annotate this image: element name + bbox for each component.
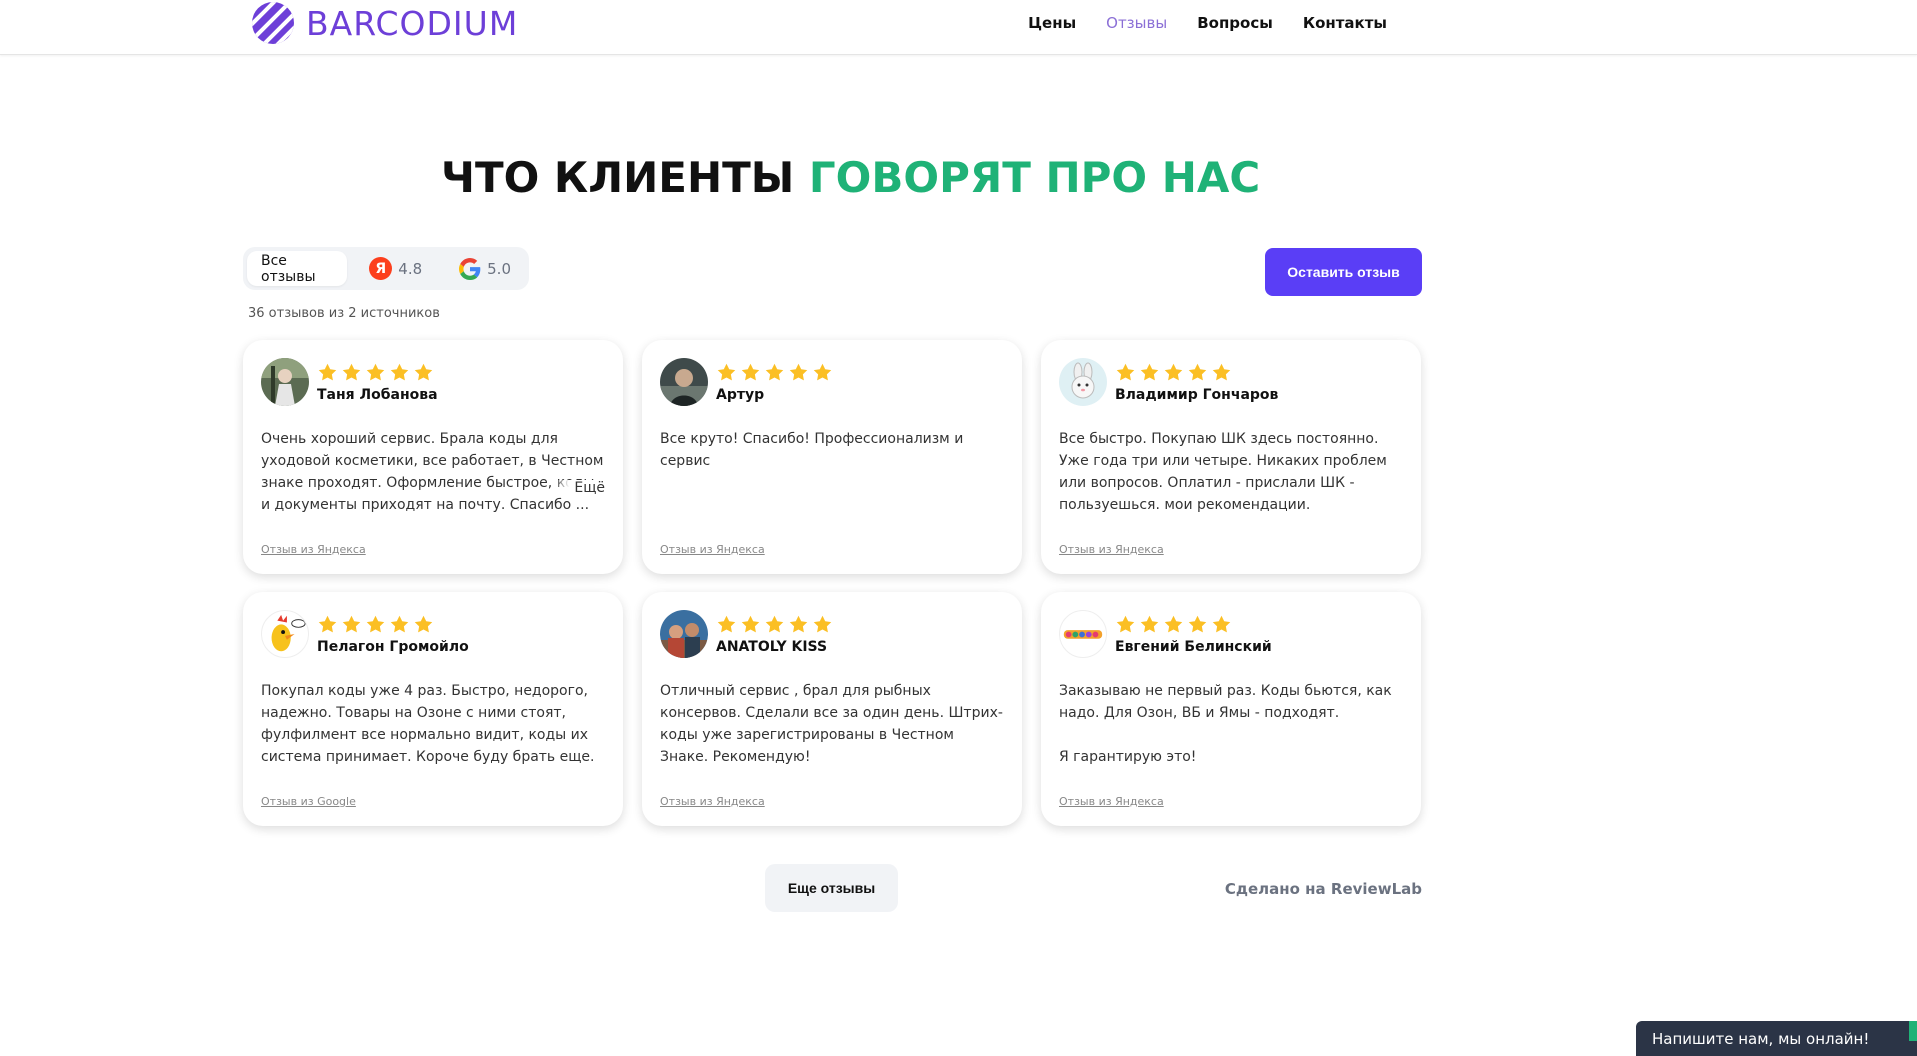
review-text: Все быстро. Покупаю ШК здесь постоянно. … — [1059, 431, 1387, 513]
star-icon — [717, 615, 736, 632]
review-text: Отличный сервис , брал для рыбных консер… — [660, 683, 1003, 765]
google-score: 5.0 — [487, 259, 511, 278]
review-author: Артур — [716, 386, 765, 403]
avatar — [261, 610, 309, 658]
star-icon — [342, 615, 361, 632]
review-source-link[interactable]: Отзыв из Яндекса — [660, 795, 765, 808]
star-icon — [765, 615, 784, 632]
star-icon — [1140, 363, 1159, 380]
review-source-link[interactable]: Отзыв из Яндекса — [1059, 795, 1164, 808]
reviews-grid: Таня Лобанова Очень хороший сервис. Брал… — [243, 340, 1422, 826]
star-icon — [342, 363, 361, 380]
review-source-filter: Все отзывы Я 4.8 5.0 — [243, 247, 529, 290]
star-icon — [366, 615, 385, 632]
nav-prices[interactable]: Цены — [1028, 14, 1076, 32]
avatar — [660, 610, 708, 658]
rating-stars — [716, 362, 833, 383]
star-icon — [1116, 615, 1135, 632]
star-icon — [1212, 363, 1231, 380]
more-reviews-button[interactable]: Еще отзывы — [765, 864, 898, 912]
star-icon — [789, 615, 808, 632]
star-icon — [789, 363, 808, 380]
star-icon — [414, 363, 433, 380]
made-with-reviewlab-link[interactable]: Сделано на ReviewLab — [1225, 880, 1422, 898]
review-card: Владимир Гончаров Все быстро. Покупаю ШК… — [1041, 340, 1421, 574]
review-source-link[interactable]: Отзыв из Google — [261, 795, 356, 808]
star-icon — [1140, 615, 1159, 632]
rating-stars — [317, 362, 438, 383]
star-icon — [390, 363, 409, 380]
avatar — [261, 358, 309, 406]
star-icon — [717, 363, 736, 380]
review-text: Все круто! Спасибо! Профессионализм и се… — [660, 431, 964, 469]
title-part1: ЧТО КЛИЕНТЫ — [441, 153, 809, 202]
star-icon — [765, 363, 784, 380]
nav-questions[interactable]: Вопросы — [1197, 14, 1273, 32]
star-icon — [813, 363, 832, 380]
review-card: Артур Все круто! Спасибо! Профессионализ… — [642, 340, 1022, 574]
chat-widget-label: Напишите нам, мы онлайн! — [1652, 1030, 1870, 1048]
star-icon — [318, 363, 337, 380]
review-author: Владимир Гончаров — [1115, 386, 1279, 403]
yandex-score: 4.8 — [398, 259, 423, 278]
title-part2: ГОВОРЯТ ПРО НАС — [808, 153, 1261, 202]
review-text: Заказываю не первый раз. Коды бьются, ка… — [1059, 683, 1392, 765]
main-nav: Цены Отзывы Вопросы Контакты — [1028, 14, 1387, 32]
star-icon — [1116, 363, 1135, 380]
read-more-link[interactable]: Ещё — [554, 480, 605, 496]
chat-widget[interactable]: Напишите нам, мы онлайн! — [1636, 1021, 1917, 1056]
online-indicator — [1909, 1021, 1917, 1041]
star-icon — [366, 363, 385, 380]
review-author: Таня Лобанова — [317, 386, 438, 403]
rating-stars — [716, 614, 833, 635]
section-title: ЧТО КЛИЕНТЫ ГОВОРЯТ ПРО НАС — [441, 153, 1260, 202]
reviews-count: 36 отзывов из 2 источников — [248, 306, 440, 321]
review-source-link[interactable]: Отзыв из Яндекса — [660, 543, 765, 556]
review-card: ANATOLY KISS Отличный сервис , брал для … — [642, 592, 1022, 826]
review-card: Таня Лобанова Очень хороший сервис. Брал… — [243, 340, 623, 574]
star-icon — [1164, 615, 1183, 632]
avatar — [1059, 358, 1107, 406]
rating-stars — [1115, 362, 1278, 383]
filter-yandex[interactable]: Я 4.8 — [355, 251, 436, 286]
star-icon — [1188, 363, 1207, 380]
avatar — [1059, 610, 1107, 658]
review-card: Евгений Белинский Заказываю не первый ра… — [1041, 592, 1421, 826]
star-icon — [1164, 363, 1183, 380]
google-icon — [458, 257, 481, 280]
star-icon — [741, 363, 760, 380]
review-text: Очень хороший сервис. Брала коды для ухо… — [261, 431, 604, 513]
review-author: ANATOLY KISS — [716, 638, 828, 655]
star-icon — [390, 615, 409, 632]
star-icon — [1212, 615, 1231, 632]
nav-reviews[interactable]: Отзывы — [1106, 14, 1167, 32]
filter-all-label: Все отзывы — [261, 252, 316, 285]
logo[interactable]: BARCODIUM — [250, 0, 518, 46]
barcodium-logo-icon — [252, 2, 294, 44]
review-card: Пелагон Громойло Покупал коды уже 4 раз.… — [243, 592, 623, 826]
avatar — [660, 358, 708, 406]
star-icon — [318, 615, 337, 632]
review-source-link[interactable]: Отзыв из Яндекса — [1059, 543, 1164, 556]
review-text: Покупал коды уже 4 раз. Быстро, недорого… — [261, 683, 595, 765]
rating-stars — [1115, 614, 1272, 635]
star-icon — [414, 615, 433, 632]
yandex-icon: Я — [369, 257, 393, 280]
filter-google[interactable]: 5.0 — [444, 251, 525, 286]
leave-review-button[interactable]: Оставить отзыв — [1265, 248, 1422, 296]
star-icon — [813, 615, 832, 632]
review-author: Пелагон Громойло — [317, 638, 469, 655]
star-icon — [741, 615, 760, 632]
filter-all[interactable]: Все отзывы — [247, 251, 348, 286]
review-author: Евгений Белинский — [1115, 638, 1272, 655]
logo-text: BARCODIUM — [306, 3, 519, 43]
review-source-link[interactable]: Отзыв из Яндекса — [261, 543, 366, 556]
star-icon — [1188, 615, 1207, 632]
rating-stars — [317, 614, 469, 635]
site-header: BARCODIUM Цены Отзывы Вопросы Контакты — [0, 0, 1917, 55]
nav-contacts[interactable]: Контакты — [1303, 14, 1387, 32]
